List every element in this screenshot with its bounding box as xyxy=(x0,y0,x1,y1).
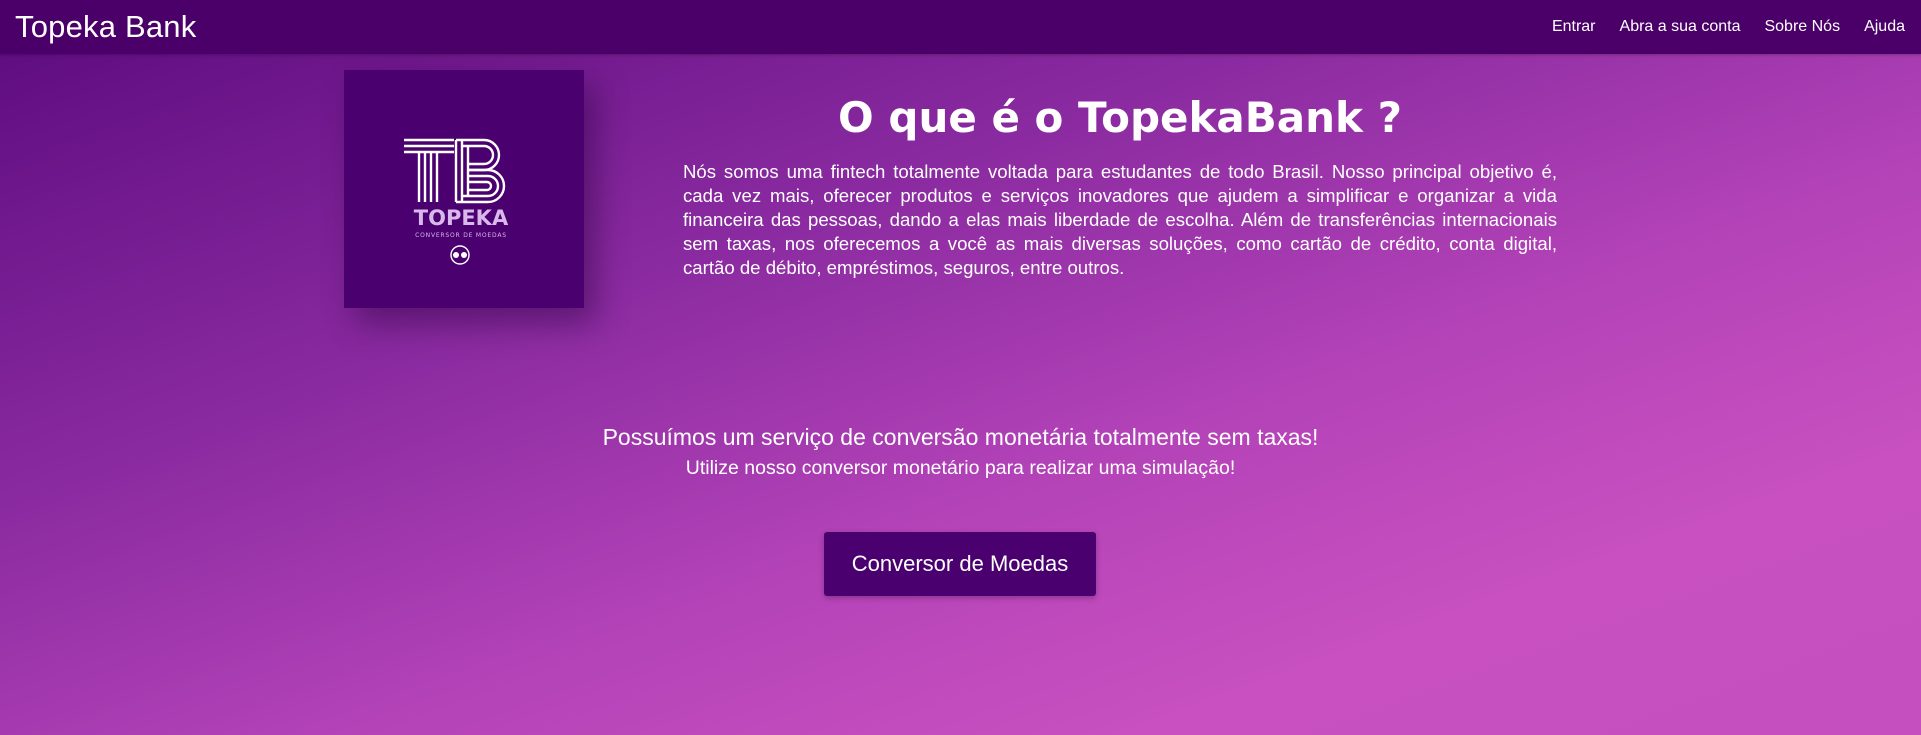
promo-subheading: Utilize nosso conversor monetário para r… xyxy=(685,457,1236,479)
promo-heading: Possuímos um serviço de conversão monetá… xyxy=(602,424,1319,450)
nav-link-entrar[interactable]: Entrar xyxy=(1552,17,1596,37)
nav-links: Entrar Abra a sua conta Sobre Nós Ajuda xyxy=(1552,17,1905,37)
about-title: O que é o TopekaBank ? xyxy=(838,93,1402,142)
currency-converter-button[interactable]: Conversor de Moedas xyxy=(824,532,1096,596)
logo-tagline: CONVERSOR DE MOEDAS xyxy=(415,232,507,239)
nav-link-ajuda[interactable]: Ajuda xyxy=(1864,17,1905,37)
about-description: Nós somos uma fintech totalmente voltada… xyxy=(683,161,1557,278)
logo-name: TOPEKA xyxy=(414,206,509,230)
brand-link[interactable]: Topeka Bank xyxy=(15,8,196,46)
nav-link-sobre-nos[interactable]: Sobre Nós xyxy=(1764,17,1840,37)
navbar: Topeka Bank Entrar Abra a sua conta Sobr… xyxy=(0,0,1921,54)
topeka-logo-graphic: TOPEKA CONVERSOR DE MOEDAS xyxy=(404,138,509,265)
topeka-logo: TOPEKA CONVERSOR DE MOEDAS xyxy=(344,70,584,308)
nav-link-abra-conta[interactable]: Abra a sua conta xyxy=(1620,17,1741,37)
